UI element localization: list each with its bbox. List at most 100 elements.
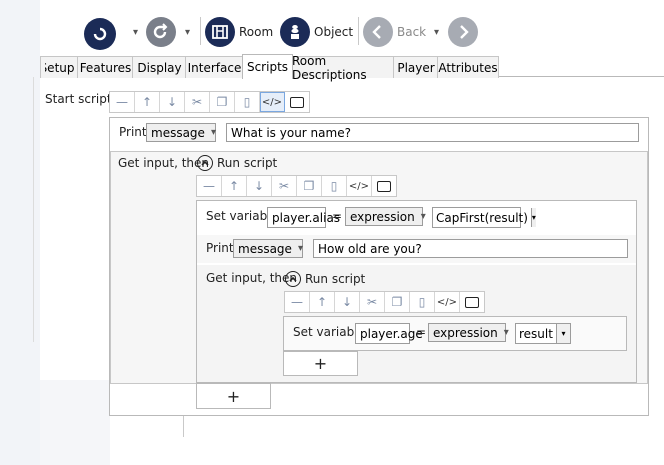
- back-arrow-icon: [363, 17, 393, 47]
- undo-button[interactable]: [84, 18, 116, 50]
- equals-sign: =: [416, 325, 427, 339]
- delete-button[interactable]: —: [285, 292, 310, 312]
- print-mode-select[interactable]: message ▾: [146, 123, 216, 142]
- move-down-button[interactable]: ↓: [335, 292, 360, 312]
- print-message-input[interactable]: How old are you?: [313, 239, 628, 258]
- move-up-button[interactable]: ↑: [222, 176, 247, 196]
- print-label: Print: [206, 241, 234, 255]
- minus-icon: —: [203, 179, 215, 193]
- equals-sign: =: [332, 209, 343, 223]
- window-shadow: [40, 380, 110, 465]
- tab-scripts[interactable]: Scripts: [242, 54, 293, 79]
- copy-button[interactable]: ❐: [210, 92, 235, 112]
- redo-icon: [146, 17, 176, 47]
- tab-attributes[interactable]: Attributes: [437, 56, 499, 78]
- tab-display[interactable]: Display: [132, 56, 187, 78]
- object-button-label: Object: [314, 25, 354, 39]
- expression-mode-select[interactable]: expression ▾: [428, 323, 509, 342]
- add-script-button[interactable]: +: [196, 383, 271, 409]
- delete-button[interactable]: —: [110, 92, 135, 112]
- move-down-button[interactable]: ↓: [247, 176, 272, 196]
- copy-icon: ❐: [216, 95, 228, 109]
- cut-button[interactable]: ✂: [272, 176, 297, 196]
- chevron-down-icon: ▾: [420, 211, 426, 222]
- expand-button[interactable]: [285, 92, 309, 112]
- copy-button[interactable]: ❐: [297, 176, 322, 196]
- scissors-icon: ✂: [278, 179, 290, 193]
- back-button[interactable]: Back: [363, 16, 426, 48]
- copy-button[interactable]: ❐: [385, 292, 410, 312]
- nested-script-toolbar: — ↑ ↓ ✂ ❐ ▯ </>: [196, 175, 397, 197]
- expression-mode-select[interactable]: expression ▾: [345, 207, 426, 226]
- tab-features[interactable]: Features: [77, 56, 134, 78]
- variable-name-input[interactable]: player.age: [355, 323, 423, 344]
- code-view-button[interactable]: </>: [347, 176, 372, 196]
- paste-button[interactable]: ▯: [235, 92, 260, 112]
- window-icon: [377, 180, 391, 192]
- variable-name-input[interactable]: player.alias: [267, 207, 340, 228]
- panel-border: [110, 416, 184, 437]
- code-icon: </>: [348, 180, 370, 192]
- minus-icon: —: [291, 295, 303, 309]
- expand-button[interactable]: [460, 292, 484, 312]
- tab-setup[interactable]: Setup: [40, 56, 79, 78]
- print-mode-select[interactable]: message ▾: [233, 239, 303, 258]
- tab-room-descriptions[interactable]: Room Descriptions: [291, 54, 395, 82]
- print-message-input[interactable]: What is your name?: [226, 123, 639, 142]
- nested-script-toolbar: — ↑ ↓ ✂ ❐ ▯ </>: [284, 291, 485, 313]
- redo-dropdown-icon[interactable]: ▾: [185, 27, 190, 38]
- forward-arrow-icon: [448, 17, 478, 47]
- paste-button[interactable]: ▯: [410, 292, 435, 312]
- run-script-toggle[interactable]: Run script: [197, 155, 277, 171]
- code-view-button[interactable]: </>: [435, 292, 460, 312]
- ribbon-toolbar: ▾ ▾ Room Object Back ▾: [60, 14, 664, 52]
- ribbon-separator: [200, 17, 201, 45]
- move-up-button[interactable]: ↑: [310, 292, 335, 312]
- get-input-label: Get input, then: [118, 156, 209, 170]
- add-script-button[interactable]: +: [283, 351, 358, 376]
- arrow-down-icon: ↓: [341, 295, 353, 309]
- arrow-up-icon: ↑: [316, 295, 328, 309]
- tab-player[interactable]: Player: [393, 56, 439, 78]
- code-view-button[interactable]: </>: [260, 92, 285, 112]
- clipboard-icon: ▯: [418, 295, 426, 309]
- run-script-toggle[interactable]: Run script: [285, 271, 365, 287]
- scissors-icon: ✂: [191, 95, 203, 109]
- arrow-up-icon: ↑: [141, 95, 153, 109]
- tab-interface[interactable]: Interface: [185, 56, 244, 78]
- undo-icon: [84, 18, 116, 50]
- window-icon: [290, 96, 304, 108]
- forward-button[interactable]: [448, 17, 478, 47]
- chevron-down-icon: ▾: [297, 243, 303, 254]
- paste-button[interactable]: ▯: [322, 176, 347, 196]
- expression-value-combo[interactable]: result ▾: [515, 323, 571, 344]
- dropdown-arrow-icon[interactable]: ▾: [530, 208, 536, 227]
- copy-icon: ❐: [303, 179, 315, 193]
- delete-button[interactable]: —: [197, 176, 222, 196]
- back-dropdown-icon[interactable]: ▾: [434, 27, 439, 38]
- move-up-button[interactable]: ↑: [135, 92, 160, 112]
- minus-icon: —: [116, 95, 128, 109]
- redo-button[interactable]: [146, 17, 176, 47]
- scissors-icon: ✂: [366, 295, 378, 309]
- add-object-button[interactable]: Object: [280, 16, 353, 48]
- move-down-button[interactable]: ↓: [160, 92, 185, 112]
- add-room-button[interactable]: Room: [205, 16, 273, 48]
- expand-button[interactable]: [372, 176, 396, 196]
- code-icon: </>: [261, 96, 283, 108]
- arrow-down-icon: ↓: [166, 95, 178, 109]
- dropdown-arrow-icon[interactable]: ▾: [556, 324, 570, 343]
- get-input-label: Get input, then: [206, 271, 297, 285]
- clipboard-icon: ▯: [243, 95, 251, 109]
- collapse-chevron-icon: [197, 155, 213, 171]
- room-icon: [205, 17, 235, 47]
- cut-button[interactable]: ✂: [360, 292, 385, 312]
- expression-value-combo[interactable]: CapFirst(result) ▾: [432, 207, 536, 228]
- arrow-up-icon: ↑: [228, 179, 240, 193]
- back-button-label: Back: [397, 25, 427, 39]
- code-icon: </>: [436, 296, 458, 308]
- undo-dropdown-icon[interactable]: ▾: [133, 27, 138, 38]
- script-toolbar: — ↑ ↓ ✂ ❐ ▯ </>: [109, 91, 310, 113]
- copy-icon: ❐: [391, 295, 403, 309]
- cut-button[interactable]: ✂: [185, 92, 210, 112]
